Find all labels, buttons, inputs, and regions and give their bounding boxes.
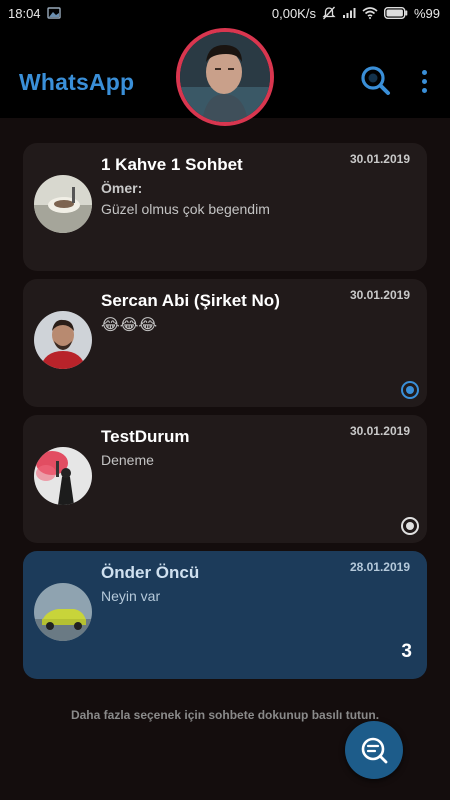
chat-date: 28.01.2019 (349, 560, 410, 574)
chat-item[interactable]: Önder Öncü 28.01.2019 Neyin var 3 (23, 551, 427, 679)
battery-icon (383, 7, 408, 19)
status-indicator (401, 517, 419, 535)
status-indicator-dot (406, 522, 414, 530)
chat-date: 30.01.2019 (349, 424, 410, 438)
unread-count-badge: 3 (401, 641, 412, 662)
new-chat-icon (361, 737, 388, 764)
silent-mode-icon (322, 6, 336, 20)
menu-dot (421, 87, 427, 93)
more-options-button[interactable] (414, 66, 434, 96)
chat-avatar (34, 311, 92, 369)
chat-last-message: Deneme (101, 452, 154, 468)
menu-dot (421, 69, 427, 75)
chat-avatar (34, 583, 92, 641)
chat-date: 30.01.2019 (349, 288, 410, 302)
chat-name: Sercan Abi (Şirket No) (101, 291, 280, 310)
status-indicator (401, 381, 419, 399)
contact-avatar-photo (34, 583, 92, 641)
contact-avatar-photo (34, 447, 92, 505)
chat-name: 1 Kahve 1 Sohbet (101, 155, 243, 174)
chat-name: Önder Öncü (101, 563, 200, 582)
app-title: WhatsApp (19, 69, 135, 95)
chat-last-message: 😂😂😂 (101, 317, 158, 334)
signal-icon (342, 7, 356, 19)
search-button[interactable] (358, 63, 392, 97)
chat-last-message: Güzel olmus çok begendim (101, 201, 270, 217)
menu-dot (421, 78, 427, 84)
gallery-notification-icon (46, 7, 61, 19)
chat-name: TestDurum (101, 427, 190, 446)
new-chat-button[interactable] (345, 721, 403, 779)
search-icon (361, 66, 390, 95)
chat-item[interactable]: Sercan Abi (Şirket No) 30.01.2019 😂😂😂 (23, 279, 427, 407)
network-speed: 0,00K/s (271, 5, 316, 21)
wifi-icon (362, 7, 378, 19)
chat-date: 30.01.2019 (349, 152, 410, 166)
group-avatar-photo (34, 175, 92, 233)
chat-last-message: Neyin var (101, 588, 161, 604)
chat-sender: Ömer: (101, 180, 143, 196)
hint-text: Daha fazla seçenek için sohbete dokunup … (70, 708, 380, 722)
chat-avatar (34, 175, 92, 233)
chat-item[interactable]: TestDurum 30.01.2019 Deneme (23, 415, 427, 543)
chat-item[interactable]: 1 Kahve 1 Sohbet 30.01.2019 Ömer: Güzel … (23, 143, 427, 271)
profile-photo (180, 32, 270, 122)
battery-level: %99 (413, 5, 440, 21)
status-indicator-dot (406, 386, 414, 394)
status-bar: 18:04 0,00K/s %99 (0, 0, 450, 26)
contact-avatar-photo (34, 311, 92, 369)
chat-avatar (34, 447, 92, 505)
profile-avatar[interactable] (176, 28, 274, 126)
status-time: 18:04 (8, 5, 41, 21)
